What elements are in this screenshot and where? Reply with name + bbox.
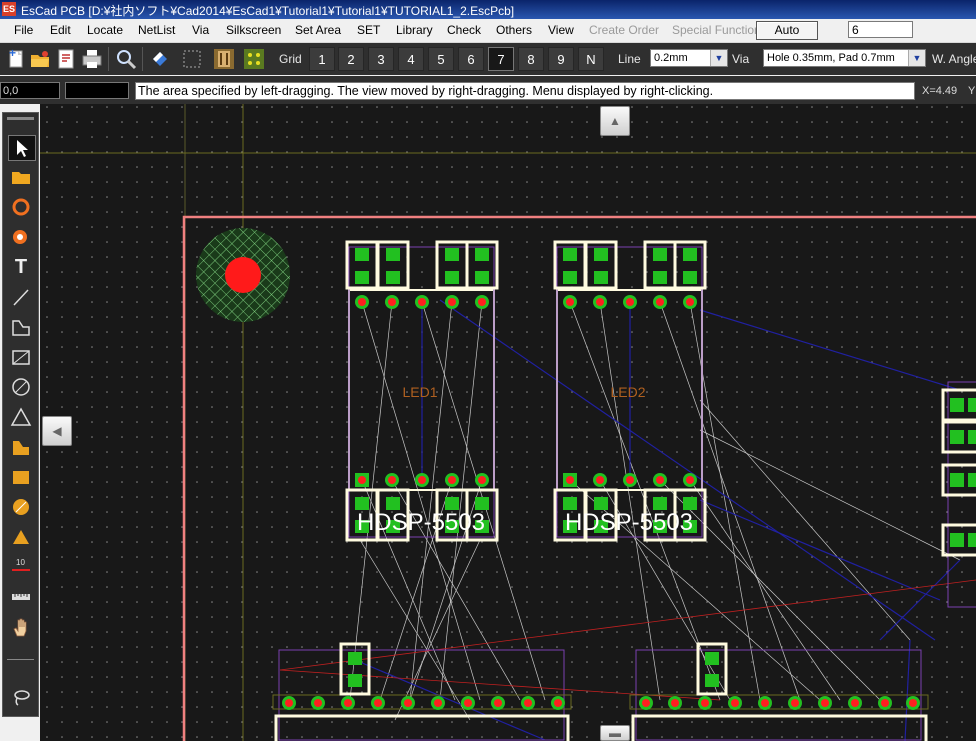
title-bar: ES EsCad PCB [D:¥社内ソフト¥Cad2014¥EsCad1¥Tu… [0,0,976,19]
window-title: EsCad PCB [D:¥社内ソフト¥Cad2014¥EsCad1¥Tutor… [21,4,515,18]
via-size-select[interactable]: Hole 0.35mm, Pad 0.7mm ▼ [763,49,926,67]
menu-file[interactable]: File [14,23,33,37]
fill-triangle-icon[interactable] [8,525,34,549]
circle-tool-icon[interactable] [8,195,34,219]
ruler-icon[interactable] [8,585,34,609]
menu-create-order[interactable]: Create Order [589,23,659,37]
menu-set-area[interactable]: Set Area [295,23,341,37]
fill-circle-icon[interactable] [8,495,34,519]
menu-view[interactable]: View [548,23,574,37]
line-tool-icon[interactable] [8,285,34,309]
secondary-coordinate-field[interactable] [65,82,129,99]
chevron-down-icon: ▼ [908,50,925,66]
menu-library[interactable]: Library [396,23,433,37]
y-readout: Y [968,85,976,97]
led2-part-label: HDSP-5503 [565,509,693,536]
fill-rectangle-icon[interactable] [8,465,34,489]
grid-button-4[interactable]: 4 [398,47,424,71]
menu-special-function[interactable]: Special Function [672,23,761,37]
svg-text:10: 10 [16,558,25,567]
menu-netlist[interactable]: NetList [138,23,175,37]
w-angle-label: W. Angle [932,52,976,66]
dimension-tool-icon[interactable]: 10 [8,555,34,579]
via-size-value: Hole 0.35mm, Pad 0.7mm [767,52,895,64]
app-icon: ES [2,2,16,16]
coordinate-field[interactable]: 0,0 [0,82,60,99]
x-readout: X=4.49 [922,85,958,97]
via-pad-icon[interactable] [8,225,34,249]
help-message: The area specified by left-dragging. The… [135,82,915,100]
select-arrow-icon[interactable] [8,135,36,161]
auto-button[interactable]: Auto [756,21,818,40]
arc-tool-icon[interactable] [8,375,34,399]
grid-label: Grid [279,52,302,66]
chevron-down-icon: ▼ [710,50,727,66]
grid-button-2[interactable]: 2 [338,47,364,71]
triangle-tool-icon[interactable] [8,405,34,429]
menu-set[interactable]: SET [357,23,380,37]
scroll-up-arrow-icon[interactable]: ▲ [600,106,630,136]
zoom-icon[interactable] [114,47,138,71]
grid-button-3[interactable]: 3 [368,47,394,71]
scroll-down-arrow-icon[interactable]: ▬ [600,725,630,741]
print-icon[interactable] [80,47,104,71]
menu-via[interactable]: Via [192,23,209,37]
component-icon[interactable] [212,47,236,71]
grid-button-9[interactable]: 9 [548,47,574,71]
fill-polygon-icon[interactable] [8,435,34,459]
select-area-icon[interactable] [180,47,204,71]
menu-others[interactable]: Others [496,23,532,37]
text-tool-icon[interactable]: T [8,255,34,279]
led1-ref-label: LED1 [402,384,437,400]
folder-icon[interactable] [8,165,34,189]
menu-edit[interactable]: Edit [50,23,71,37]
grid-button-n[interactable]: N [578,47,604,71]
via-label: Via [732,52,750,66]
line-width-value: 0.2mm [654,52,688,64]
line-width-select[interactable]: 0.2mm ▼ [650,49,728,67]
svg-text:+: + [9,47,16,60]
line-label: Line [618,52,641,66]
grid-button-5[interactable]: 5 [428,47,454,71]
menu-check[interactable]: Check [447,23,481,37]
polyline-tool-icon[interactable] [8,315,34,339]
open-folder-icon[interactable] [28,47,52,71]
lasso-icon[interactable] [8,685,34,709]
grid-button-1[interactable]: 1 [309,47,335,71]
pcb-drawing[interactable]: LED1 HDSP-5503 LED2 HDSP-5503 [40,104,976,741]
grid-button-6[interactable]: 6 [458,47,484,71]
menu-locate[interactable]: Locate [87,23,123,37]
menu-silkscreen[interactable]: Silkscreen [226,23,281,37]
save-file-icon[interactable] [54,47,78,71]
menu-bar: File Edit Locate NetList Via Silkscreen … [0,19,976,43]
fill-bucket-icon[interactable] [148,47,172,71]
new-file-icon[interactable]: + [4,46,28,71]
rectangle-tool-icon[interactable] [8,345,34,369]
led2-ref-label: LED2 [610,384,645,400]
grid-button-8[interactable]: 8 [518,47,544,71]
grid-button-7[interactable]: 7 [488,47,514,71]
scroll-left-arrow-icon[interactable]: ◀ [42,416,72,446]
footprint-icon[interactable] [242,47,266,71]
hand-pan-icon[interactable] [8,615,34,639]
auto-value-input[interactable]: 6 [848,21,913,38]
pcb-canvas[interactable]: LED1 HDSP-5503 LED2 HDSP-5503 [40,104,976,741]
tool-palette: T 10 [2,112,39,717]
led1-part-label: HDSP-5503 [357,509,485,536]
